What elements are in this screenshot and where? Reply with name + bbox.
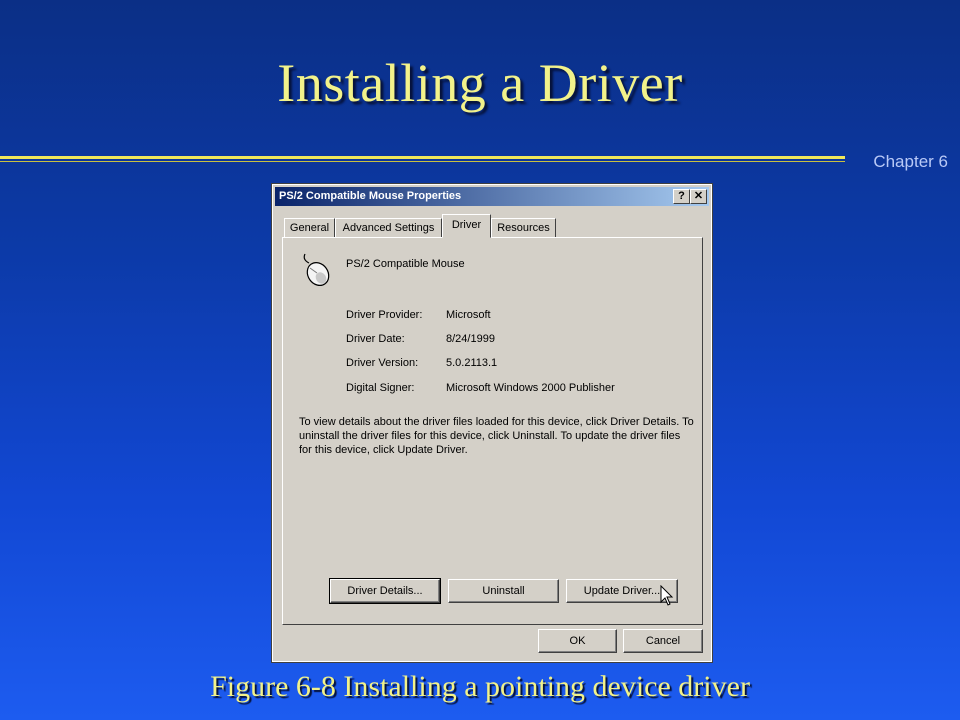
- driver-provider-value: Microsoft: [446, 309, 491, 321]
- mouse-cursor-icon: [660, 585, 674, 606]
- dialog-titlebar[interactable]: PS/2 Compatible Mouse Properties ? ✕: [275, 187, 709, 206]
- digital-signer-label: Digital Signer:: [346, 382, 415, 394]
- tab-resources[interactable]: Resources: [491, 218, 556, 238]
- driver-description: To view details about the driver files l…: [299, 416, 694, 456]
- driver-tab-panel: PS/2 Compatible Mouse Driver Provider: M…: [282, 237, 703, 625]
- cancel-button[interactable]: Cancel: [623, 629, 703, 653]
- driver-provider-label: Driver Provider:: [346, 309, 423, 321]
- tab-driver[interactable]: Driver: [442, 214, 491, 238]
- dialog-title: PS/2 Compatible Mouse Properties: [279, 190, 462, 202]
- help-button[interactable]: ?: [673, 189, 690, 204]
- title-divider-shadow: [0, 161, 845, 162]
- digital-signer-value: Microsoft Windows 2000 Publisher: [446, 382, 615, 394]
- slide-title: Installing a Driver: [277, 53, 683, 113]
- driver-version-value: 5.0.2113.1: [446, 357, 498, 369]
- device-name: PS/2 Compatible Mouse: [346, 258, 465, 270]
- driver-details-button[interactable]: Driver Details...: [329, 578, 441, 604]
- chapter-label: Chapter 6: [873, 152, 948, 171]
- mouse-properties-dialog: PS/2 Compatible Mouse Properties ? ✕ Gen…: [271, 183, 713, 663]
- driver-version-label: Driver Version:: [346, 357, 419, 369]
- ok-button[interactable]: OK: [538, 629, 617, 653]
- title-divider: [0, 156, 845, 159]
- uninstall-button[interactable]: Uninstall: [448, 579, 559, 603]
- tab-general[interactable]: General: [284, 218, 335, 238]
- tab-advanced-settings[interactable]: Advanced Settings: [335, 218, 442, 238]
- mouse-icon: [303, 253, 330, 286]
- driver-date-label: Driver Date:: [346, 333, 405, 345]
- close-button[interactable]: ✕: [690, 189, 707, 204]
- driver-date-value: 8/24/1999: [446, 333, 495, 345]
- figure-caption: Figure 6-8 Installing a pointing device …: [210, 670, 750, 703]
